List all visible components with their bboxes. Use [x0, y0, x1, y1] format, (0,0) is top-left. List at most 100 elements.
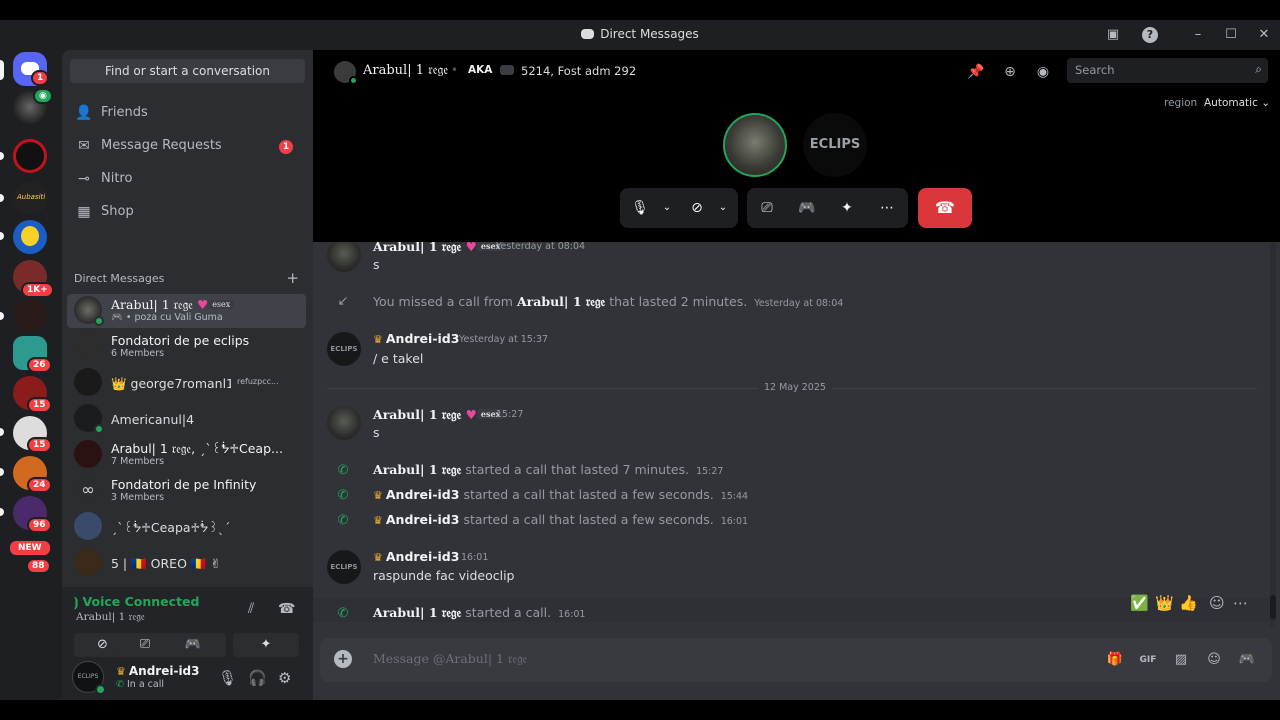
noise-suppression-icon[interactable]: ⫽	[248, 601, 254, 617]
message-author[interactable]: ♛ Andrei-id3	[373, 549, 459, 564]
region-label: region	[1164, 97, 1198, 109]
participant-avatar-speaking[interactable]	[723, 113, 787, 177]
find-conversation-button[interactable]: Find or start a conversation	[70, 59, 305, 83]
maximize-button[interactable]: ☐	[1223, 27, 1239, 43]
user-avatar[interactable]: ECLIPS	[72, 661, 106, 695]
aka-value[interactable]: 5214, Fost adm 292	[521, 64, 636, 78]
window-title: Direct Messages	[0, 27, 1280, 41]
create-dm-button[interactable]: +	[286, 269, 299, 287]
sidebar-item-nitro[interactable]: ⊸ Nitro	[70, 164, 305, 194]
region-select[interactable]: Automatic ⌄	[1204, 97, 1270, 109]
chevron-down-icon[interactable]: ⌄	[658, 199, 676, 217]
system-message: You missed a call from Arabul| 1 𝔯𝔢𝔤𝔢 th…	[373, 294, 844, 309]
help-icon[interactable]: ?	[1142, 27, 1158, 43]
home-badge: 1	[31, 70, 50, 86]
dm-item[interactable]: Arabul| 1 𝔯𝔢𝔤𝔢 ♥ esex 🎮 • poza cu Vali Gu…	[67, 294, 306, 328]
message-author[interactable]: Arabul| 1 𝔯𝔢𝔤𝔢 ♥ esex	[373, 407, 505, 423]
profile-icon[interactable]: ◉	[1034, 63, 1052, 81]
server-opera[interactable]	[13, 139, 47, 173]
new-badge[interactable]: NEW	[8, 539, 52, 557]
server-avatar[interactable]: 1K+	[13, 260, 54, 298]
close-button[interactable]: ✕	[1256, 27, 1272, 43]
chevron-down-icon[interactable]: ⌄	[714, 199, 732, 217]
header-avatar	[334, 61, 358, 85]
avatar[interactable]	[327, 242, 361, 272]
server-avatar[interactable]: ◉	[13, 88, 53, 124]
thumbs-up-reaction-icon[interactable]: 👍	[1179, 594, 1198, 612]
emoji-icon[interactable]: ☺	[1205, 651, 1223, 669]
user-panel: ECLIPS ♛ Andrei-id3 ✆ In a call 🎙 🎧 ⚙	[62, 657, 313, 700]
camera-off-icon[interactable]: ⊘	[688, 199, 706, 217]
end-call-button[interactable]: ☎	[918, 188, 972, 228]
dm-name: 5 | 🇷🇴 OREO 🇷🇴 ✌	[111, 556, 221, 571]
minimize-button[interactable]: –	[1190, 27, 1206, 43]
scrollbar-thumb[interactable]	[1270, 595, 1276, 619]
call-icon: ✆	[337, 606, 349, 621]
soundboard-button[interactable]: ✦	[233, 633, 299, 657]
avatar[interactable]	[327, 406, 361, 440]
activity-icon[interactable]: 🎮	[798, 199, 816, 217]
add-friends-icon[interactable]: ⊕	[1001, 63, 1019, 81]
search-input[interactable]: Search ⌕	[1067, 58, 1268, 83]
dm-item[interactable]: Americanul|4	[67, 402, 306, 436]
scrollbar[interactable]	[1270, 242, 1276, 627]
settings-gear-icon[interactable]: ⚙	[278, 669, 291, 687]
server-logo[interactable]: Aubasiti	[13, 181, 47, 215]
voice-channel[interactable]: Arabul| 1 𝔯𝔢𝔤𝔢	[76, 611, 145, 624]
home-button[interactable]: 1	[13, 52, 50, 86]
sticker-icon[interactable]: ▨	[1172, 651, 1190, 669]
aka-label: AKA	[468, 64, 493, 76]
server-joker[interactable]: 15	[13, 416, 52, 453]
disconnect-icon[interactable]: ☎	[278, 601, 295, 617]
dm-item[interactable]: ∞ Fondatori de pe Infinity 3 Members	[67, 474, 306, 508]
mic-icon[interactable]: 🎙	[631, 199, 649, 217]
dm-item[interactable]: ˏˋ꒰ᖭ♱Ceapa♱ᖭ꒱ˎˊ	[67, 510, 306, 544]
mic-icon[interactable]: 🎙	[218, 669, 237, 687]
user-status: ✆ In a call	[116, 679, 164, 690]
call-icon: ✆	[337, 488, 349, 503]
avatar	[74, 548, 102, 576]
server-halloween[interactable]: 15	[13, 376, 52, 413]
server-avatar[interactable]	[13, 298, 47, 332]
gift-icon[interactable]: 🎁	[1106, 651, 1124, 669]
activity-button[interactable]: 🎮	[160, 633, 226, 657]
more-options-icon[interactable]: ⋯	[878, 199, 896, 217]
pin-icon[interactable]: 📌	[967, 63, 985, 81]
add-attachment-icon[interactable]: +	[334, 650, 352, 668]
dm-item[interactable]: 5 | 🇷🇴 OREO 🇷🇴 ✌	[67, 546, 306, 580]
message-input[interactable]: Message @Arabul| 1 𝔯𝔢𝔤𝔢	[373, 651, 527, 667]
apps-icon[interactable]: 🎮	[1238, 651, 1256, 669]
gif-icon[interactable]: GIF	[1139, 651, 1157, 669]
sidebar-item-friends[interactable]: 👤 Friends	[70, 98, 305, 128]
voice-status: ⦘ Voice Connected	[74, 594, 200, 609]
system-message: ♛ Andrei-id3 started a call that lasted a…	[373, 512, 749, 527]
soundboard-icon[interactable]: ✦	[838, 199, 856, 217]
screenshare-icon[interactable]: ⎚	[758, 199, 776, 217]
server-avatar[interactable]: 24	[13, 456, 52, 493]
avatar	[74, 296, 104, 326]
check-reaction-icon[interactable]: ✅	[1130, 594, 1149, 612]
dm-item[interactable]: 👑 george7romanl104 👑 refuzpcc...	[67, 366, 306, 400]
avatar	[74, 512, 102, 540]
phone-icon: ✆	[116, 679, 127, 690]
message-author[interactable]: ♛ Andrei-id3	[373, 331, 459, 346]
server-avatar[interactable]: 96	[13, 496, 52, 533]
headphones-icon[interactable]: 🎧	[248, 669, 267, 687]
server-avatar[interactable]: 26	[13, 336, 52, 373]
more-icon[interactable]: ⋯	[1233, 594, 1248, 612]
chevron-down-icon: ⌄	[1261, 97, 1271, 109]
crown-reaction-icon[interactable]: 👑	[1155, 594, 1174, 612]
inbox-icon[interactable]: ▣	[1105, 27, 1121, 43]
avatar[interactable]: ECLIPS	[327, 332, 361, 366]
dm-item[interactable]: Fondatori de pe eclips 6 Members	[67, 330, 306, 364]
participant-avatar[interactable]: ECLIPS	[803, 113, 867, 177]
message-composer[interactable]: + Message @Arabul| 1 𝔯𝔢𝔤𝔢 🎁 GIF ▨ ☺ 🎮	[320, 638, 1272, 682]
dm-item[interactable]: Arabul| 1 𝔯𝔢𝔤𝔢, ˏˋ꒰ᖭ♱Ceap... 7 Members	[67, 438, 306, 472]
sidebar-item-message-requests[interactable]: ✉ Message Requests 1	[70, 131, 305, 161]
add-reaction-icon[interactable]: ☺	[1209, 594, 1225, 612]
message-author[interactable]: Arabul| 1 𝔯𝔢𝔤𝔢 ♥ esex	[373, 242, 505, 255]
avatar[interactable]: ECLIPS	[327, 550, 361, 584]
dm-name: Fondatori de pe eclips	[111, 333, 250, 348]
sidebar-item-shop[interactable]: ▦ Shop	[70, 197, 305, 227]
server-pikachu[interactable]	[13, 220, 47, 254]
